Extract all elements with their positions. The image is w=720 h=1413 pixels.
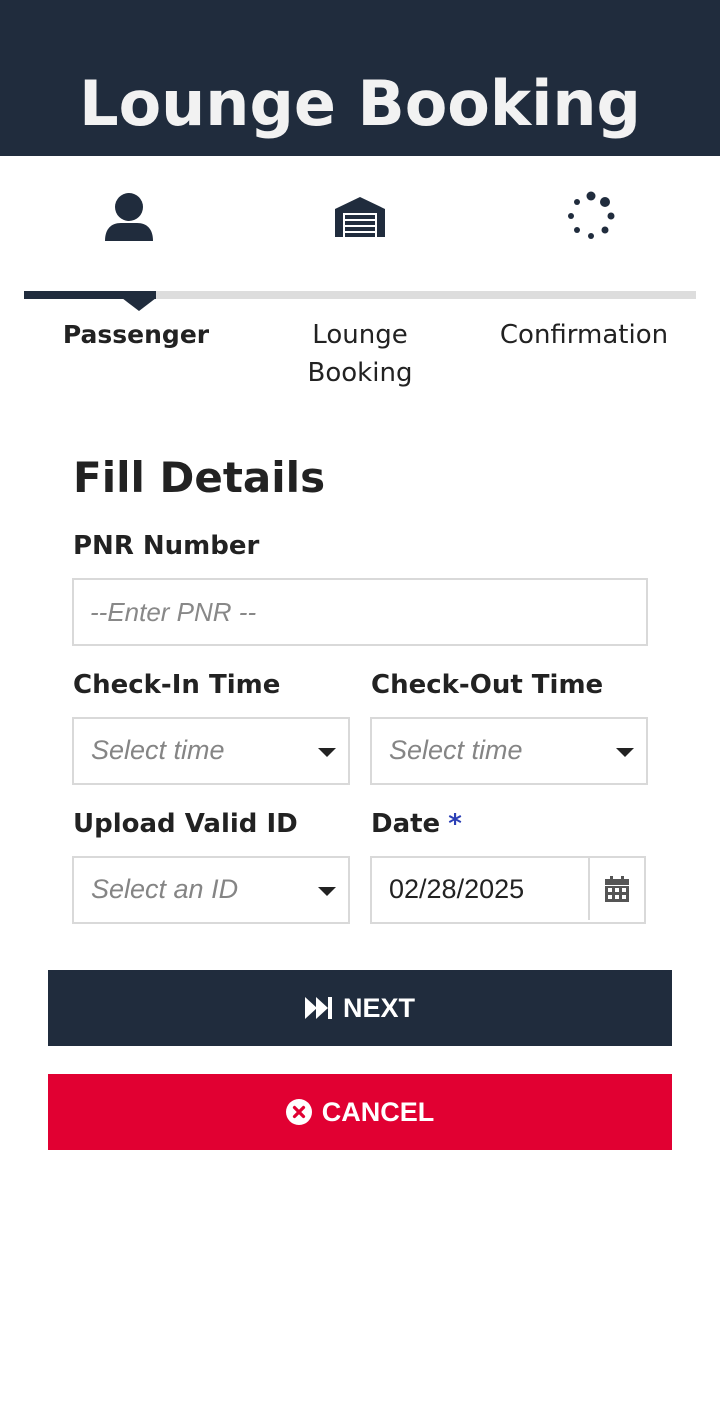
required-mark: * bbox=[448, 809, 462, 839]
step-label-confirmation[interactable]: Confirmation bbox=[484, 316, 684, 354]
next-button[interactable]: NEXT bbox=[48, 970, 672, 1046]
chevron-down-icon bbox=[616, 748, 634, 757]
check-in-placeholder: Select time bbox=[91, 735, 225, 765]
chevron-down-icon bbox=[318, 748, 336, 757]
step-label-lounge-booking[interactable]: Lounge Booking bbox=[260, 316, 460, 392]
page-title: Lounge Booking bbox=[79, 67, 641, 140]
next-button-label: NEXT bbox=[342, 992, 415, 1023]
close-circle-icon bbox=[285, 1099, 312, 1125]
pnr-input[interactable] bbox=[74, 580, 646, 644]
chevron-down-icon bbox=[318, 887, 336, 896]
date-label-text: Date bbox=[371, 809, 441, 839]
check-out-placeholder: Select time bbox=[389, 735, 523, 765]
pnr-label: PNR Number bbox=[73, 531, 260, 561]
check-out-select[interactable]: Select time bbox=[370, 717, 648, 785]
form-title: Fill Details bbox=[73, 453, 326, 502]
spinner-icon bbox=[568, 191, 615, 239]
app-header: Lounge Booking bbox=[0, 0, 720, 156]
valid-id-placeholder: Select an ID bbox=[91, 874, 239, 904]
user-icon bbox=[105, 193, 153, 241]
cancel-button-label: CANCEL bbox=[321, 1096, 435, 1127]
date-input[interactable]: 02/28/2025 bbox=[389, 858, 524, 920]
step-label-passenger[interactable]: Passenger bbox=[36, 316, 236, 354]
calendar-button[interactable] bbox=[588, 858, 644, 920]
garage-icon bbox=[335, 197, 385, 237]
pnr-field[interactable] bbox=[72, 578, 648, 646]
fast-forward-icon bbox=[304, 997, 332, 1019]
check-out-label: Check-Out Time bbox=[371, 670, 604, 700]
check-in-select[interactable]: Select time bbox=[72, 717, 350, 785]
check-in-label: Check-In Time bbox=[73, 670, 281, 700]
date-label: Date * bbox=[371, 807, 462, 841]
valid-id-label: Upload Valid ID bbox=[73, 809, 298, 839]
calendar-icon bbox=[605, 876, 629, 902]
progress-pointer bbox=[122, 298, 156, 311]
valid-id-select[interactable]: Select an ID bbox=[72, 856, 350, 924]
step-label-line: Lounge bbox=[312, 320, 408, 350]
date-field[interactable]: 02/28/2025 bbox=[370, 856, 646, 924]
step-label-line: Booking bbox=[307, 358, 413, 388]
cancel-button[interactable]: CANCEL bbox=[48, 1074, 672, 1150]
